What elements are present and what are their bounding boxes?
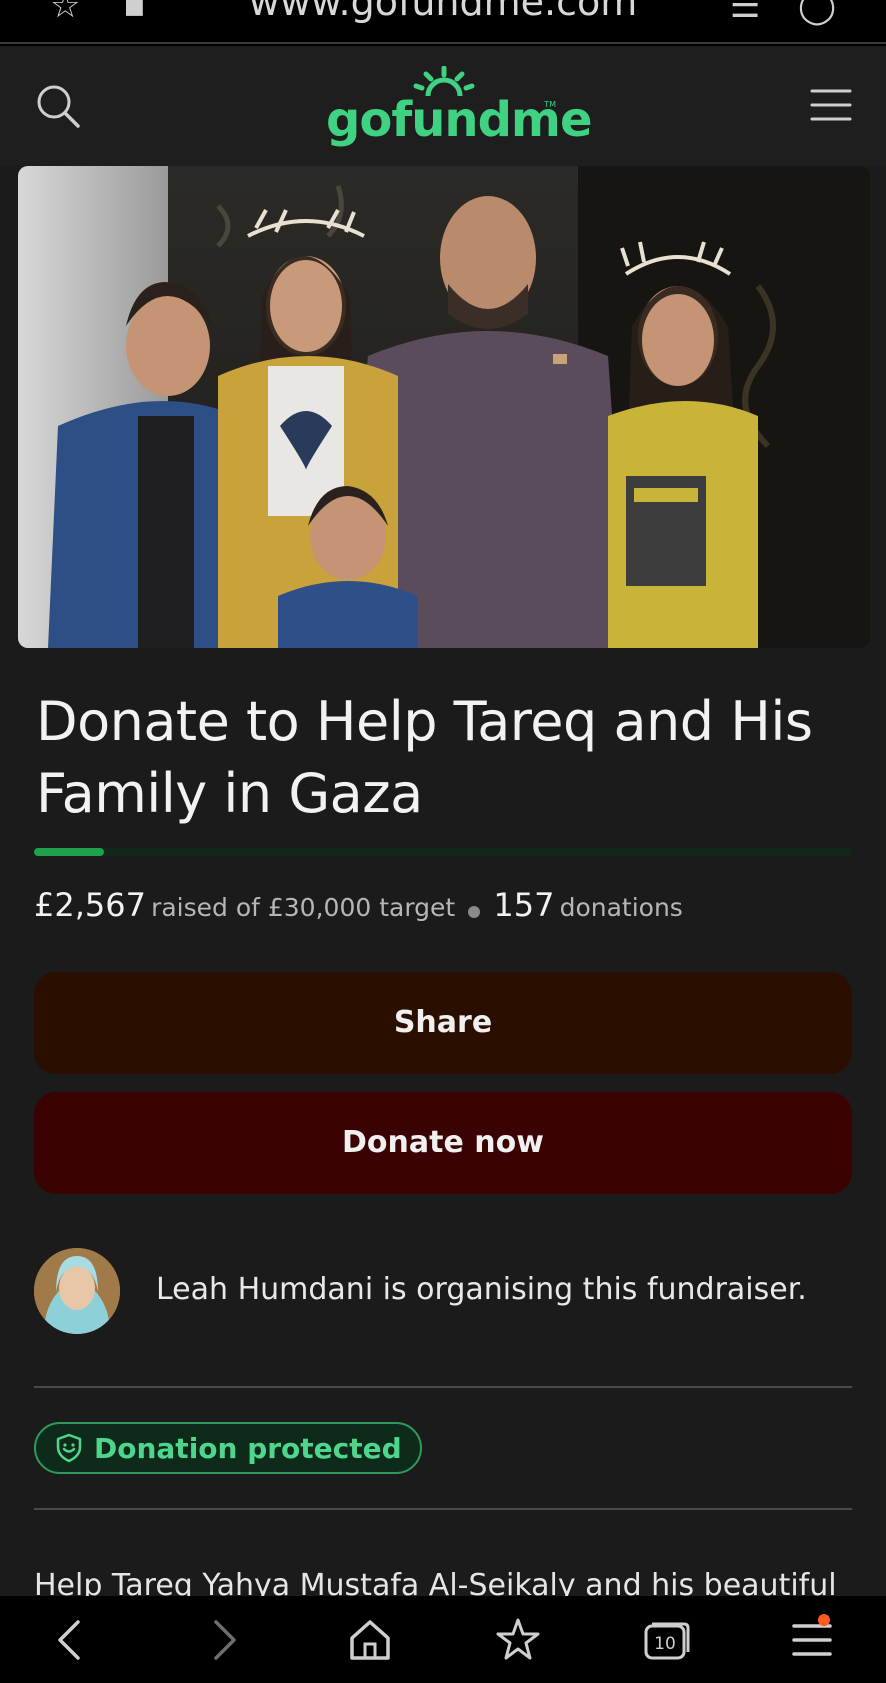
progress-bar — [34, 848, 852, 856]
tabs-button[interactable]: 10 — [640, 1616, 692, 1664]
hamburger-menu-icon — [810, 89, 852, 121]
browser-menu-button[interactable] — [786, 1616, 838, 1664]
divider — [34, 1508, 852, 1510]
bookmarks-button[interactable] — [492, 1616, 544, 1664]
campaign-page: Donate to Help Tareq and His Family in G… — [0, 166, 886, 1603]
shield-icon — [56, 1433, 82, 1463]
share-button[interactable]: Share — [34, 972, 852, 1074]
back-icon — [58, 1620, 80, 1660]
menu-lines-icon[interactable]: ☰ — [730, 0, 760, 26]
browser-bottom-nav: 10 — [0, 1596, 886, 1683]
profile-icon[interactable]: ◯ — [798, 0, 836, 26]
organiser-avatar[interactable] — [34, 1248, 120, 1334]
search-icon — [37, 85, 80, 128]
divider — [34, 1386, 852, 1388]
donation-protected-label: Donation protected — [94, 1431, 402, 1465]
amount-raised: £2,567 — [34, 886, 146, 924]
donations-label: donations — [559, 893, 683, 922]
separator-dot — [468, 905, 481, 918]
family-photo — [18, 166, 870, 648]
organiser-info[interactable]: Leah Humdani is organising this fundrais… — [34, 1248, 852, 1338]
campaign-hero-image — [18, 166, 870, 648]
forward-icon — [214, 1620, 236, 1660]
home-button[interactable] — [344, 1616, 396, 1664]
browser-menu-icon — [792, 1624, 832, 1656]
target-text: raised of £30,000 target — [151, 893, 456, 922]
donation-count: 157 — [493, 886, 555, 924]
logo-trademark: TM — [544, 100, 556, 109]
fundraising-stats: £2,567 raised of £30,000 target 157 dona… — [34, 886, 683, 924]
home-icon — [350, 1620, 390, 1660]
notification-dot — [818, 1614, 830, 1626]
gofundme-logo[interactable]: gofundme TM — [326, 66, 592, 162]
campaign-title: Donate to Help Tareq and His Family in G… — [36, 690, 813, 825]
bookmarks-star-icon — [496, 1618, 540, 1660]
organiser-text: Leah Humdani is organising this fundrais… — [156, 1272, 807, 1307]
forward-button[interactable] — [196, 1616, 248, 1664]
donation-protected-badge[interactable]: Donation protected — [34, 1422, 422, 1474]
progress-fill — [34, 848, 104, 856]
avatar-image — [34, 1248, 120, 1334]
tabs-count: 10 — [654, 1634, 676, 1654]
browser-top-bar: ☆ ■ www.gofundme.com ☰ ◯ — [0, 0, 886, 44]
site-menu-button[interactable] — [810, 88, 852, 122]
donate-now-button[interactable]: Donate now — [34, 1092, 852, 1194]
search-button[interactable] — [34, 82, 82, 130]
tabs-icon: 10 — [644, 1622, 690, 1660]
site-header: gofundme TM — [0, 46, 886, 166]
back-button[interactable] — [46, 1616, 98, 1664]
